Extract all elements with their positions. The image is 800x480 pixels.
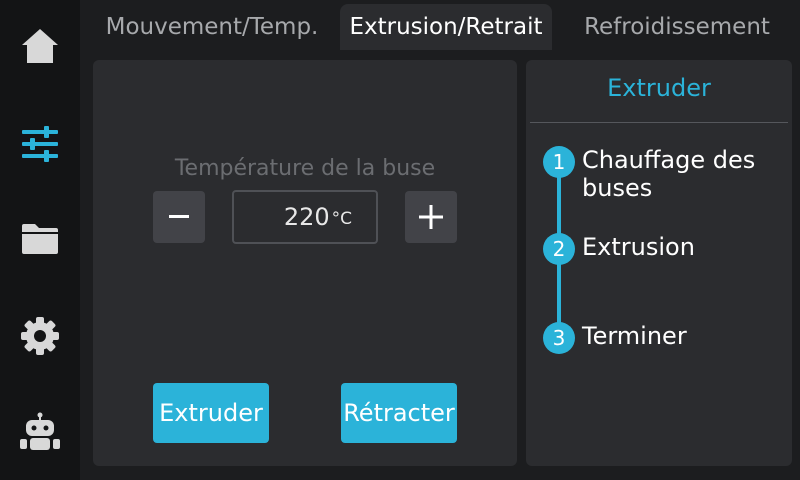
- sliders-icon: [22, 126, 58, 162]
- step-item: 2 Extrusion: [543, 233, 772, 265]
- retract-button-label: Rétracter: [343, 399, 455, 427]
- temp-increase-button[interactable]: [405, 191, 457, 243]
- tab-label: Refroidissement: [584, 14, 770, 40]
- nozzle-temp-value: 220: [283, 203, 330, 231]
- plus-icon: [419, 205, 443, 229]
- folder-icon: [22, 224, 58, 254]
- step-item: 1 Chauffage des buses: [543, 146, 772, 202]
- robot-icon: [20, 412, 60, 450]
- step-number: 2: [543, 233, 575, 265]
- sidebar-item-home[interactable]: [0, 6, 80, 86]
- sidebar-item-tune[interactable]: [0, 104, 80, 184]
- gear-icon: [21, 317, 59, 355]
- nozzle-temp-label: Température de la buse: [174, 156, 436, 181]
- step-label: Terminer: [582, 322, 687, 350]
- home-icon: [22, 29, 58, 63]
- extrusion-panel: Température de la buse 220 °C Extruder R…: [93, 60, 517, 466]
- step-label: Extrusion: [582, 233, 695, 261]
- retract-button[interactable]: Rétracter: [341, 383, 457, 443]
- temp-decrease-button[interactable]: [153, 191, 205, 243]
- extrude-button[interactable]: Extruder: [153, 383, 269, 443]
- tab-cooling[interactable]: Refroidissement: [566, 4, 788, 50]
- steps-panel: Extruder 1 Chauffage des buses 2 Extrusi…: [526, 60, 792, 466]
- steps-title: Extruder: [607, 74, 711, 102]
- sidebar-item-settings[interactable]: [0, 296, 80, 376]
- step-number: 1: [543, 146, 575, 178]
- nozzle-temp-unit: °C: [331, 209, 352, 229]
- tab-movement-temp[interactable]: Mouvement/Temp.: [92, 4, 332, 50]
- steps-divider: [530, 122, 788, 123]
- extrude-button-label: Extruder: [159, 399, 263, 427]
- step-item: 3 Terminer: [543, 322, 772, 354]
- sidebar-item-files[interactable]: [0, 199, 80, 279]
- step-number: 3: [543, 322, 575, 354]
- nozzle-temp-field[interactable]: 220 °C: [232, 190, 378, 244]
- step-label: Chauffage des buses: [582, 146, 756, 202]
- tab-label: Mouvement/Temp.: [105, 14, 319, 40]
- tab-extrusion-retract[interactable]: Extrusion/Retrait: [340, 4, 552, 50]
- minus-icon: [169, 215, 189, 218]
- tab-label: Extrusion/Retrait: [349, 14, 543, 40]
- sidebar: [0, 0, 80, 480]
- sidebar-item-system[interactable]: [0, 392, 80, 472]
